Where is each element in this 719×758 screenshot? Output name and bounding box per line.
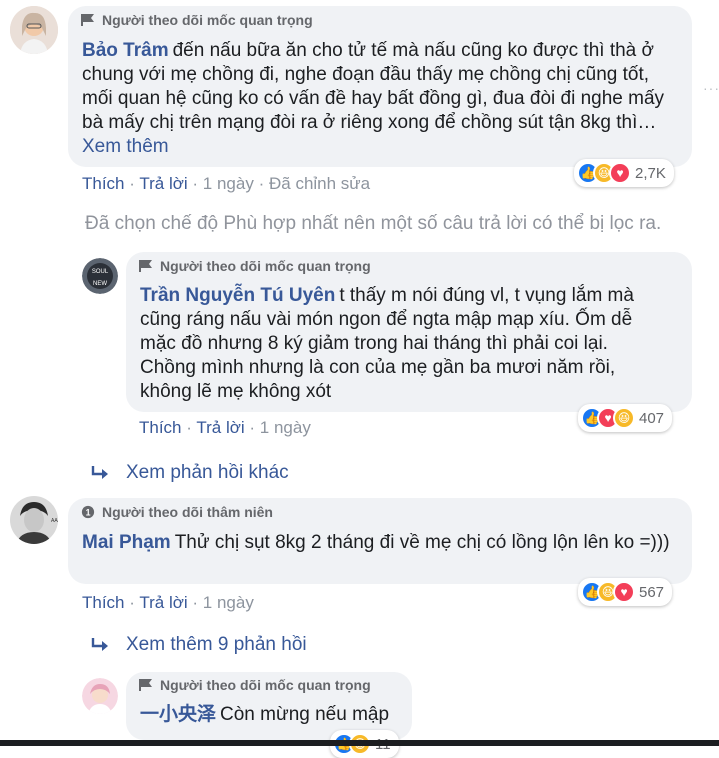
reaction-count: 407 bbox=[639, 409, 665, 427]
reaction-summary[interactable]: 👍 ♥ 😆 407 bbox=[578, 404, 673, 432]
haha-reaction-icon: 😆 bbox=[613, 407, 635, 429]
comment-actions: Thích · Trả lời · 1 ngày bbox=[82, 593, 254, 612]
flag-icon bbox=[81, 14, 94, 26]
view-more-replies-label: Xem phản hồi khác bbox=[126, 462, 289, 483]
like-link[interactable]: Thích bbox=[139, 418, 182, 437]
reply-arrow-icon bbox=[91, 638, 108, 651]
follower-badge: Người theo dõi mốc quan trọng bbox=[80, 12, 313, 28]
view-more-9-replies-link[interactable]: Xem thêm 9 phản hồi bbox=[90, 634, 307, 656]
svg-text:AAA: AAA bbox=[51, 518, 58, 524]
reaction-count: 2,7K bbox=[635, 164, 666, 182]
badge-label: Người theo dõi mốc quan trọng bbox=[102, 12, 313, 28]
like-link[interactable]: Thích bbox=[82, 174, 125, 193]
badge-label: Người theo dõi mốc quan trọng bbox=[160, 258, 371, 274]
like-link[interactable]: Thích bbox=[82, 593, 125, 612]
commenter-name[interactable]: 一小央泽 bbox=[140, 704, 216, 725]
timestamp[interactable]: 1 ngày bbox=[203, 593, 254, 612]
commenter-name[interactable]: Trần Nguyễn Tú Uyên bbox=[140, 285, 335, 306]
comment-body: đến nấu bữa ăn cho tử tế mà nấu cũng ko … bbox=[82, 40, 665, 133]
reply-arrow-icon bbox=[91, 466, 108, 479]
timestamp[interactable]: 1 ngày bbox=[260, 418, 311, 437]
commenter-name[interactable]: Bảo Trâm bbox=[82, 40, 169, 61]
badge-label: Người theo dõi mốc quan trọng bbox=[160, 677, 371, 693]
reaction-summary[interactable]: 👍 😆 ♥ 2,7K bbox=[574, 159, 674, 187]
love-reaction-icon: ♥ bbox=[609, 162, 631, 184]
follower-badge: 1 Người theo dõi thâm niên bbox=[80, 504, 273, 520]
avatar[interactable]: AAA bbox=[10, 496, 58, 544]
badge-label: Người theo dõi thâm niên bbox=[102, 504, 273, 520]
see-more-link[interactable]: Xem thêm bbox=[82, 136, 169, 157]
reply-link[interactable]: Trả lời bbox=[196, 418, 244, 437]
avatar[interactable] bbox=[10, 6, 58, 54]
comment-body: Còn mừng nếu mập bbox=[220, 704, 390, 725]
comment-body: Thử chị sụt 8kg 2 tháng đi về mẹ chị có … bbox=[174, 532, 670, 553]
comment-text: Bảo Trâm đến nấu bữa ăn cho tử tế mà nấu … bbox=[82, 39, 682, 159]
timestamp[interactable]: 1 ngày bbox=[203, 174, 254, 193]
medal-icon: 1 bbox=[81, 505, 95, 519]
view-more-replies-link[interactable]: Xem phản hồi khác bbox=[90, 462, 289, 484]
more-options-icon[interactable]: ··· bbox=[703, 80, 719, 96]
commenter-name[interactable]: Mai Phạm bbox=[82, 532, 171, 553]
reaction-count: 567 bbox=[639, 583, 665, 601]
follower-badge: Người theo dõi mốc quan trọng bbox=[138, 258, 371, 274]
avatar[interactable]: SOUL NEW bbox=[82, 258, 118, 294]
comment-text: Trần Nguyễn Tú Uyên t thấy m nói đúng vl,… bbox=[140, 284, 660, 404]
comment-text: Mai Phạm Thử chị sụt 8kg 2 tháng đi về mẹ… bbox=[82, 531, 682, 555]
svg-text:NEW: NEW bbox=[93, 281, 107, 287]
reply-link[interactable]: Trả lời bbox=[139, 593, 187, 612]
comment-actions: Thích · Trả lời · 1 ngày · Đã chỉnh sửa bbox=[82, 174, 371, 193]
edited-label[interactable]: Đã chỉnh sửa bbox=[269, 174, 370, 193]
love-reaction-icon: ♥ bbox=[613, 581, 635, 603]
comment-actions: Thích · Trả lời · 1 ngày bbox=[139, 418, 311, 437]
flag-icon bbox=[139, 260, 152, 272]
view-more-9-replies-label: Xem thêm 9 phản hồi bbox=[126, 634, 307, 655]
avatar[interactable] bbox=[82, 678, 118, 714]
comment-text: 一小央泽 Còn mừng nếu mập bbox=[140, 703, 410, 727]
follower-badge: Người theo dõi mốc quan trọng bbox=[138, 677, 371, 693]
reply-link[interactable]: Trả lời bbox=[139, 174, 187, 193]
reaction-summary[interactable]: 👍 😆 ♥ 567 bbox=[578, 578, 673, 606]
bottom-bar bbox=[0, 740, 719, 746]
svg-text:1: 1 bbox=[86, 508, 91, 518]
flag-icon bbox=[139, 679, 152, 691]
svg-text:SOUL: SOUL bbox=[92, 269, 109, 275]
filter-note: Đã chọn chế độ Phù hợp nhất nên một số c… bbox=[85, 213, 662, 234]
